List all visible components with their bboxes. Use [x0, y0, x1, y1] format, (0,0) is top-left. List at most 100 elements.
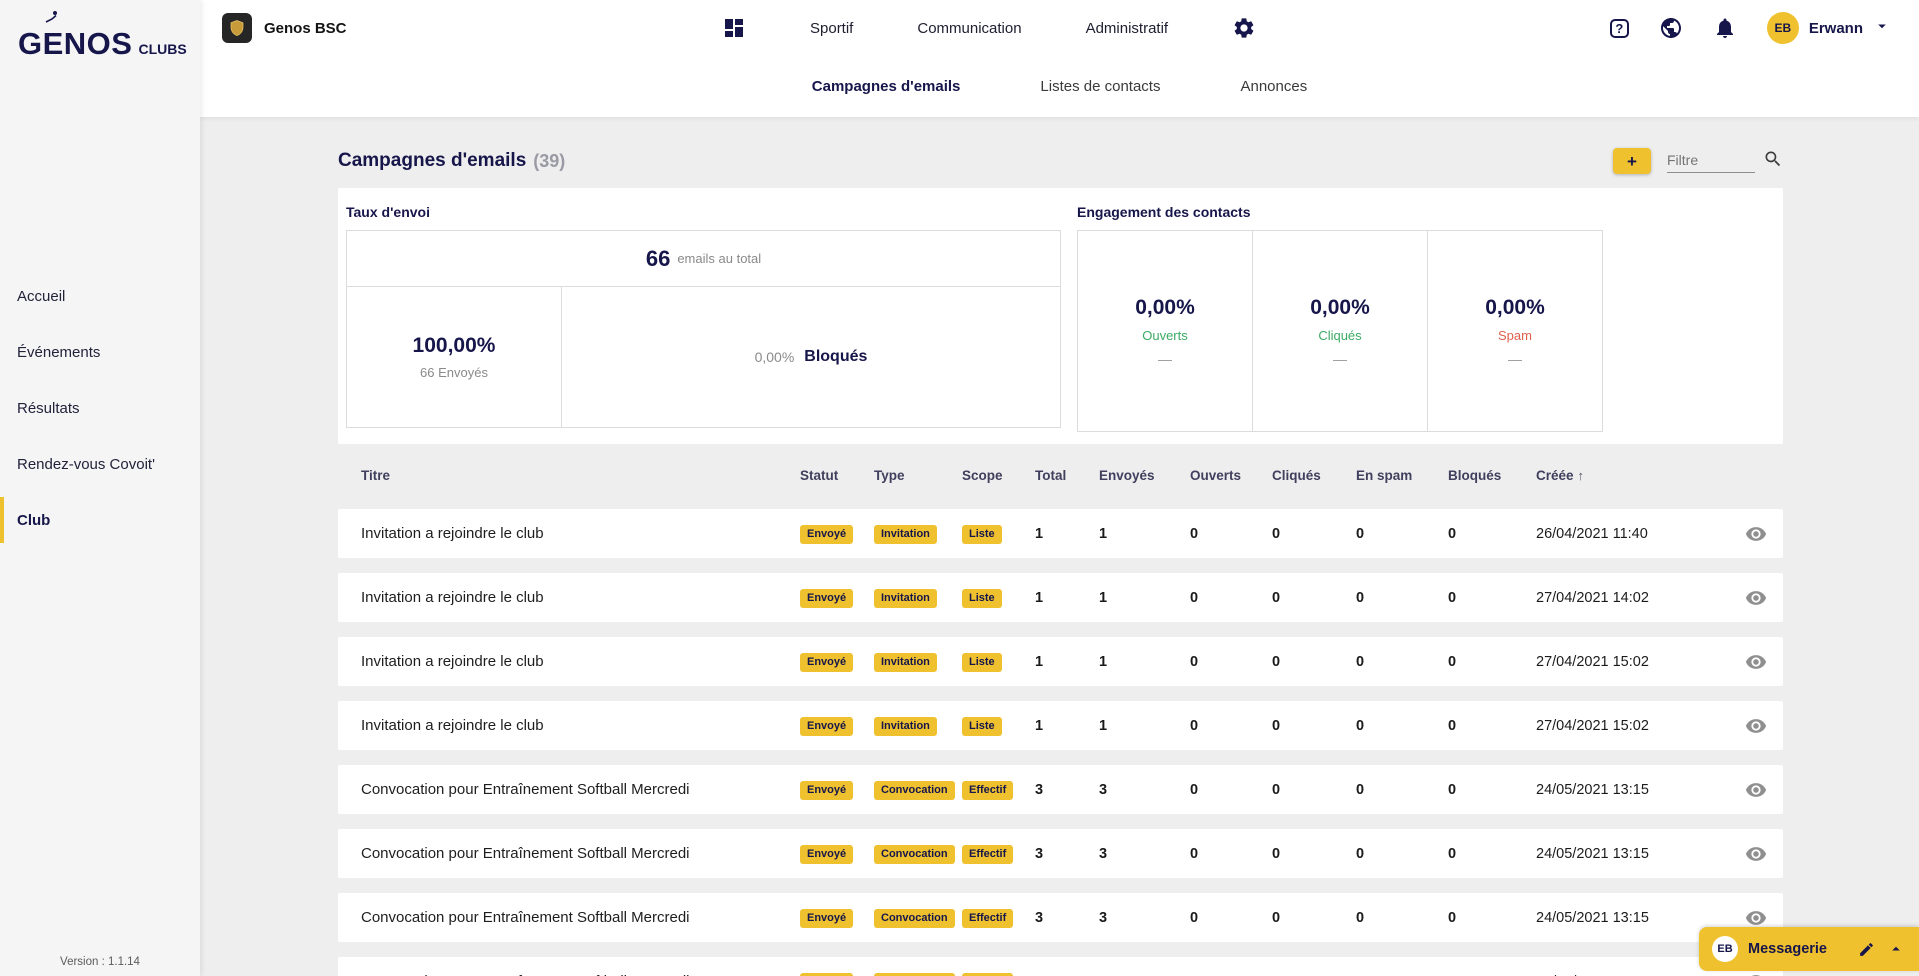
user-menu[interactable]: EB Erwann: [1767, 12, 1891, 44]
filter-input[interactable]: [1667, 150, 1755, 173]
sidebar-item-accueil[interactable]: Accueil: [0, 268, 200, 324]
scope-cell: Effectif: [962, 844, 1035, 864]
table-body: Invitation a rejoindre le clubEnvoyéInvi…: [338, 509, 1783, 976]
table-row[interactable]: Convocation pour Entraînement Softball M…: [338, 765, 1783, 814]
column-header-envoy-s[interactable]: Envoyés: [1099, 468, 1190, 483]
view-campaign-button[interactable]: [1745, 843, 1767, 865]
sent-cell: 3: [1099, 782, 1190, 798]
action-cell: [1714, 651, 1767, 673]
spam-cell: 0: [1356, 846, 1448, 862]
sidebar-item-label: Événements: [17, 344, 100, 361]
clicked-cell: 0: [1272, 910, 1356, 926]
tab-listes-contacts[interactable]: Listes de contacts: [1040, 78, 1160, 95]
table-row[interactable]: Convocation pour Entraînement Softball M…: [338, 957, 1783, 976]
spam-cell: 0: [1356, 526, 1448, 542]
action-cell: [1714, 907, 1767, 929]
column-header-titre[interactable]: Titre: [361, 468, 800, 483]
tab-campagnes-emails[interactable]: Campagnes d'emails: [812, 78, 961, 95]
clicked-cell: 0: [1272, 526, 1356, 542]
type-cell: Invitation: [874, 716, 962, 736]
nav-item-sportif[interactable]: Sportif: [810, 20, 853, 37]
column-header-cr-e[interactable]: Créée↑: [1536, 468, 1714, 483]
created-cell: 24/05/2021 13:15: [1536, 910, 1714, 926]
table-row[interactable]: Convocation pour Entraînement Softball M…: [338, 829, 1783, 878]
club-selector[interactable]: Genos BSC: [222, 13, 552, 43]
column-header-ouverts[interactable]: Ouverts: [1190, 468, 1272, 483]
status-badge: Envoyé: [800, 525, 853, 544]
clicked-cell: 0: [1272, 782, 1356, 798]
topbar: Genos BSC Sportif Communication Administ…: [200, 0, 1919, 117]
column-header-statut[interactable]: Statut: [800, 468, 874, 483]
type-cell: Convocation: [874, 908, 962, 928]
type-cell: Invitation: [874, 588, 962, 608]
view-campaign-button[interactable]: [1745, 523, 1767, 545]
created-cell: 27/04/2021 15:02: [1536, 654, 1714, 670]
app-logo[interactable]: GENOS CLUBS: [0, 0, 200, 62]
sidebar-item-label: Rendez-vous Covoit': [17, 456, 155, 473]
table-row[interactable]: Invitation a rejoindre le clubEnvoyéInvi…: [338, 509, 1783, 558]
table-row[interactable]: Invitation a rejoindre le clubEnvoyéInvi…: [338, 637, 1783, 686]
column-header-cliqu-s[interactable]: Cliqués: [1272, 468, 1356, 483]
view-campaign-button[interactable]: [1745, 971, 1767, 976]
type-badge: Invitation: [874, 717, 937, 736]
sidebar-item-resultats[interactable]: Résultats: [0, 380, 200, 436]
sent-cell: 1: [1099, 718, 1190, 734]
topbar-right: ? EB Erwann: [1610, 12, 1905, 44]
engagement-label: Spam: [1498, 328, 1532, 343]
view-campaign-button[interactable]: [1745, 715, 1767, 737]
status-badge: Envoyé: [800, 589, 853, 608]
engagement-title: Engagement des contacts: [1077, 204, 1603, 220]
table-row[interactable]: Invitation a rejoindre le clubEnvoyéInvi…: [338, 573, 1783, 622]
view-campaign-button[interactable]: [1745, 651, 1767, 673]
pencil-icon[interactable]: [1858, 941, 1875, 958]
scope-cell: Effectif: [962, 972, 1035, 976]
view-campaign-button[interactable]: [1745, 587, 1767, 609]
chevron-up-icon[interactable]: [1887, 940, 1905, 958]
status-cell: Envoyé: [800, 844, 874, 864]
view-campaign-button[interactable]: [1745, 907, 1767, 929]
type-badge: Convocation: [874, 909, 955, 928]
scope-badge: Effectif: [962, 781, 1013, 800]
engagement-cell-cliqués: 0,00%Cliqués—: [1253, 231, 1428, 431]
tab-annonces[interactable]: Annonces: [1240, 78, 1307, 95]
status-badge: Envoyé: [800, 653, 853, 672]
add-campaign-button[interactable]: +: [1613, 148, 1651, 174]
column-header-total[interactable]: Total: [1035, 468, 1099, 483]
table-row[interactable]: Invitation a rejoindre le clubEnvoyéInvi…: [338, 701, 1783, 750]
engagement-cell-spam: 0,00%Spam—: [1428, 231, 1602, 431]
gear-icon[interactable]: [1232, 16, 1256, 40]
subnav: Campagnes d'emails Listes de contacts An…: [200, 56, 1919, 117]
blocked-cell: 0: [1448, 718, 1536, 734]
sidebar-item-evenements[interactable]: Événements: [0, 324, 200, 380]
view-campaign-button[interactable]: [1745, 779, 1767, 801]
action-cell: [1714, 843, 1767, 865]
sidebar-item-rendez-vous-covoit[interactable]: Rendez-vous Covoit': [0, 436, 200, 492]
filter-wrap: [1667, 149, 1783, 174]
blocked-cell: 0: [1448, 846, 1536, 862]
column-header-bloqu-s[interactable]: Bloqués: [1448, 468, 1536, 483]
total-cell: 3: [1035, 910, 1099, 926]
status-badge: Envoyé: [800, 781, 853, 800]
table-row[interactable]: Convocation pour Entraînement Softball M…: [338, 893, 1783, 942]
nav-item-administratif[interactable]: Administratif: [1086, 20, 1169, 37]
help-icon[interactable]: ?: [1610, 19, 1629, 38]
column-header-scope[interactable]: Scope: [962, 468, 1035, 483]
column-header-en-spam[interactable]: En spam: [1356, 468, 1448, 483]
sent-cell: 3: [1099, 846, 1190, 862]
messagerie-dock[interactable]: EB Messagerie: [1699, 927, 1919, 971]
total-cell: 1: [1035, 654, 1099, 670]
globe-icon[interactable]: [1659, 16, 1683, 40]
stats-panel: Taux d'envoi 66 emails au total 100,00% …: [338, 188, 1783, 444]
dashboard-icon[interactable]: [722, 16, 746, 40]
main-nav: Sportif Communication Administratif: [722, 16, 1256, 40]
bell-icon[interactable]: [1713, 16, 1737, 40]
user-name: Erwann: [1809, 20, 1863, 37]
search-icon[interactable]: [1763, 149, 1783, 174]
sidebar-item-club[interactable]: Club: [0, 492, 200, 548]
action-cell: [1714, 779, 1767, 801]
engagement-value: 0,00%: [1310, 296, 1370, 320]
column-header-type[interactable]: Type: [874, 468, 962, 483]
campaign-title: Invitation a rejoindre le club: [361, 653, 800, 670]
nav-item-communication[interactable]: Communication: [917, 20, 1021, 37]
chevron-down-icon: [1873, 17, 1891, 40]
